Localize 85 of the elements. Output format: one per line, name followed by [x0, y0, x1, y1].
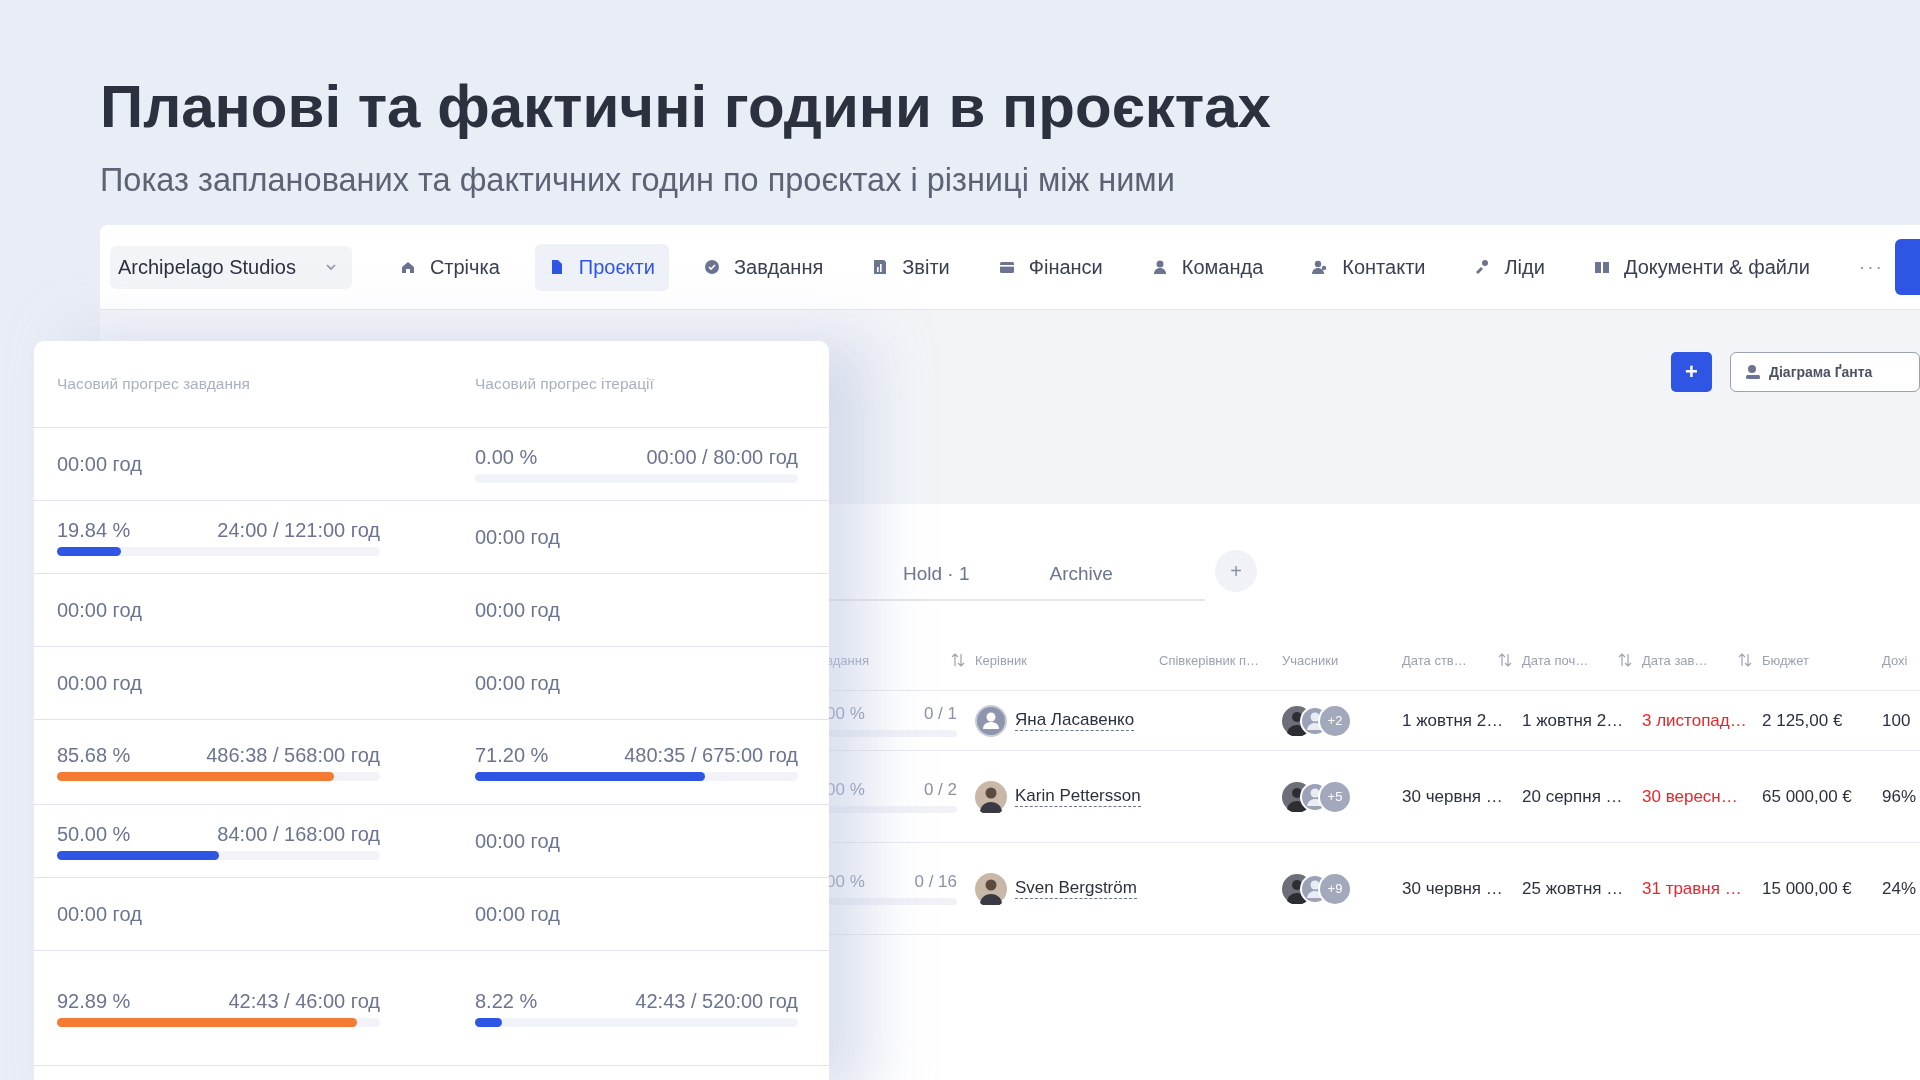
- task-count: 0 / 16: [914, 872, 957, 892]
- manager-link[interactable]: Sven Bergström: [1015, 878, 1137, 899]
- manager-link[interactable]: Яна Ласавенко: [1015, 710, 1135, 731]
- hours-value: 486:38 / 568:00 год: [206, 743, 380, 767]
- nav-tab[interactable]: Фінанси: [984, 243, 1117, 291]
- hours-value: 00:00 год: [475, 598, 561, 622]
- card-icon: [998, 259, 1015, 275]
- status-tab[interactable]: Hold · 1: [903, 563, 970, 585]
- table-cell: 24%: [1882, 878, 1917, 899]
- table-cell: 30 червня …: [1402, 786, 1503, 807]
- people-icon: [1312, 259, 1329, 275]
- progress-percent: 19.84 %: [57, 518, 131, 542]
- avatar-placeholder-icon: [975, 704, 1007, 737]
- hours-value: 00:00 год: [57, 671, 143, 695]
- table-cell: 31 травня …: [1642, 878, 1742, 899]
- hours-value: 00:00 год: [57, 452, 143, 476]
- hours-value: 42:43 / 46:00 год: [228, 989, 380, 1013]
- column-header: Дохі: [1882, 652, 1908, 668]
- hours-value: 84:00 / 168:00 год: [217, 822, 380, 846]
- nav-tab[interactable]: Ліди: [1460, 243, 1559, 291]
- avatar-icon: [975, 780, 1007, 813]
- nav-tab[interactable]: Проєкти: [534, 243, 669, 291]
- hours-value: 00:00 год: [475, 829, 561, 853]
- workspace-name: Archipelago Studios: [118, 255, 296, 279]
- column-header: Дата поч…: [1522, 652, 1589, 668]
- progress-percent: 0.00 %: [475, 445, 538, 469]
- page-subtitle: Показ запланованих та фактичних годин по проєктах і різниці між ними: [100, 161, 1176, 200]
- task-count: 0 / 1: [923, 704, 957, 724]
- progress-percent: 71.20 %: [475, 743, 549, 767]
- table-cell: 2 125,00 €: [1762, 710, 1843, 731]
- progress-percent: 85.68 %: [57, 743, 131, 767]
- table-cell: 30 червня …: [1402, 878, 1503, 899]
- bar-chart-icon: [872, 259, 889, 275]
- hours-value: 00:00 год: [57, 598, 143, 622]
- hours-value: 480:35 / 675:00 год: [624, 743, 798, 767]
- check-circle-icon: [703, 259, 720, 275]
- manager-link[interactable]: Karin Pettersson: [1015, 786, 1141, 807]
- column-header: Учасники: [1282, 652, 1339, 668]
- add-button[interactable]: +: [1671, 352, 1712, 392]
- column-header: Часовий прогрес завдання: [57, 375, 251, 393]
- column-header: Співкерівник п…: [1159, 652, 1260, 668]
- gantt-chart-button[interactable]: Діаграма Ґанта: [1730, 352, 1920, 392]
- table-cell: 1 жовтня 2…: [1522, 710, 1624, 731]
- task-count: 0 / 2: [923, 780, 957, 800]
- table-cell: 25 жовтня …: [1522, 878, 1624, 899]
- table-cell: 30 вересн…: [1642, 786, 1738, 807]
- column-header: Дата зав…: [1642, 652, 1708, 668]
- table-cell: 3 листопад…: [1642, 710, 1747, 731]
- avatar-icon: [975, 872, 1007, 905]
- column-header: Дата ств…: [1402, 652, 1467, 668]
- person-icon: [1745, 364, 1761, 380]
- hours-value: 00:00 / 80:00 год: [646, 445, 798, 469]
- page-title: Планові та фактичні години в проєктах: [99, 72, 1272, 142]
- table-cell: 1 жовтня 2…: [1402, 710, 1504, 731]
- nav-tab[interactable]: Контакти: [1298, 243, 1440, 291]
- status-tab[interactable]: Archive: [1049, 563, 1113, 585]
- nav-tab[interactable]: Звіти: [858, 243, 964, 291]
- table-cell: 20 серпня …: [1522, 786, 1623, 807]
- table-cell: 65 000,00 €: [1762, 786, 1852, 807]
- table-cell: 15 000,00 €: [1762, 878, 1852, 899]
- person-icon: [1151, 259, 1168, 275]
- table-cell: 96%: [1882, 786, 1917, 807]
- nav-tab[interactable]: Стрічка: [385, 243, 514, 291]
- hours-value: 42:43 / 520:00 год: [635, 989, 798, 1013]
- table-cell: 100: [1882, 710, 1911, 731]
- nav-tab[interactable]: Завдання: [689, 243, 838, 291]
- hours-value: 00:00 год: [475, 902, 561, 926]
- column-header: Керівник: [975, 652, 1027, 668]
- hours-value: 00:00 год: [475, 525, 561, 549]
- progress-percent: 92.89 %: [57, 989, 131, 1013]
- nav-tab[interactable]: Документи & файли: [1579, 243, 1824, 291]
- column-header: Часовий прогрес ітерації: [475, 375, 655, 393]
- progress-percent: 8.22 %: [475, 989, 538, 1013]
- member-count-badge: +9: [1318, 871, 1352, 906]
- hours-value: 00:00 год: [475, 671, 561, 695]
- hours-value: 00:00 год: [57, 902, 143, 926]
- member-count-badge: +2: [1318, 703, 1352, 738]
- home-icon: [399, 259, 416, 275]
- progress-percent: 50.00 %: [57, 822, 131, 846]
- column-header: Бюджет: [1762, 652, 1810, 668]
- hours-value: 24:00 / 121:00 год: [217, 518, 380, 542]
- workspace-dropdown[interactable]: Archipelago Studios: [110, 245, 352, 289]
- member-count-badge: +5: [1318, 779, 1352, 814]
- nav-tab[interactable]: Команда: [1137, 243, 1278, 291]
- book-icon: [1593, 259, 1610, 275]
